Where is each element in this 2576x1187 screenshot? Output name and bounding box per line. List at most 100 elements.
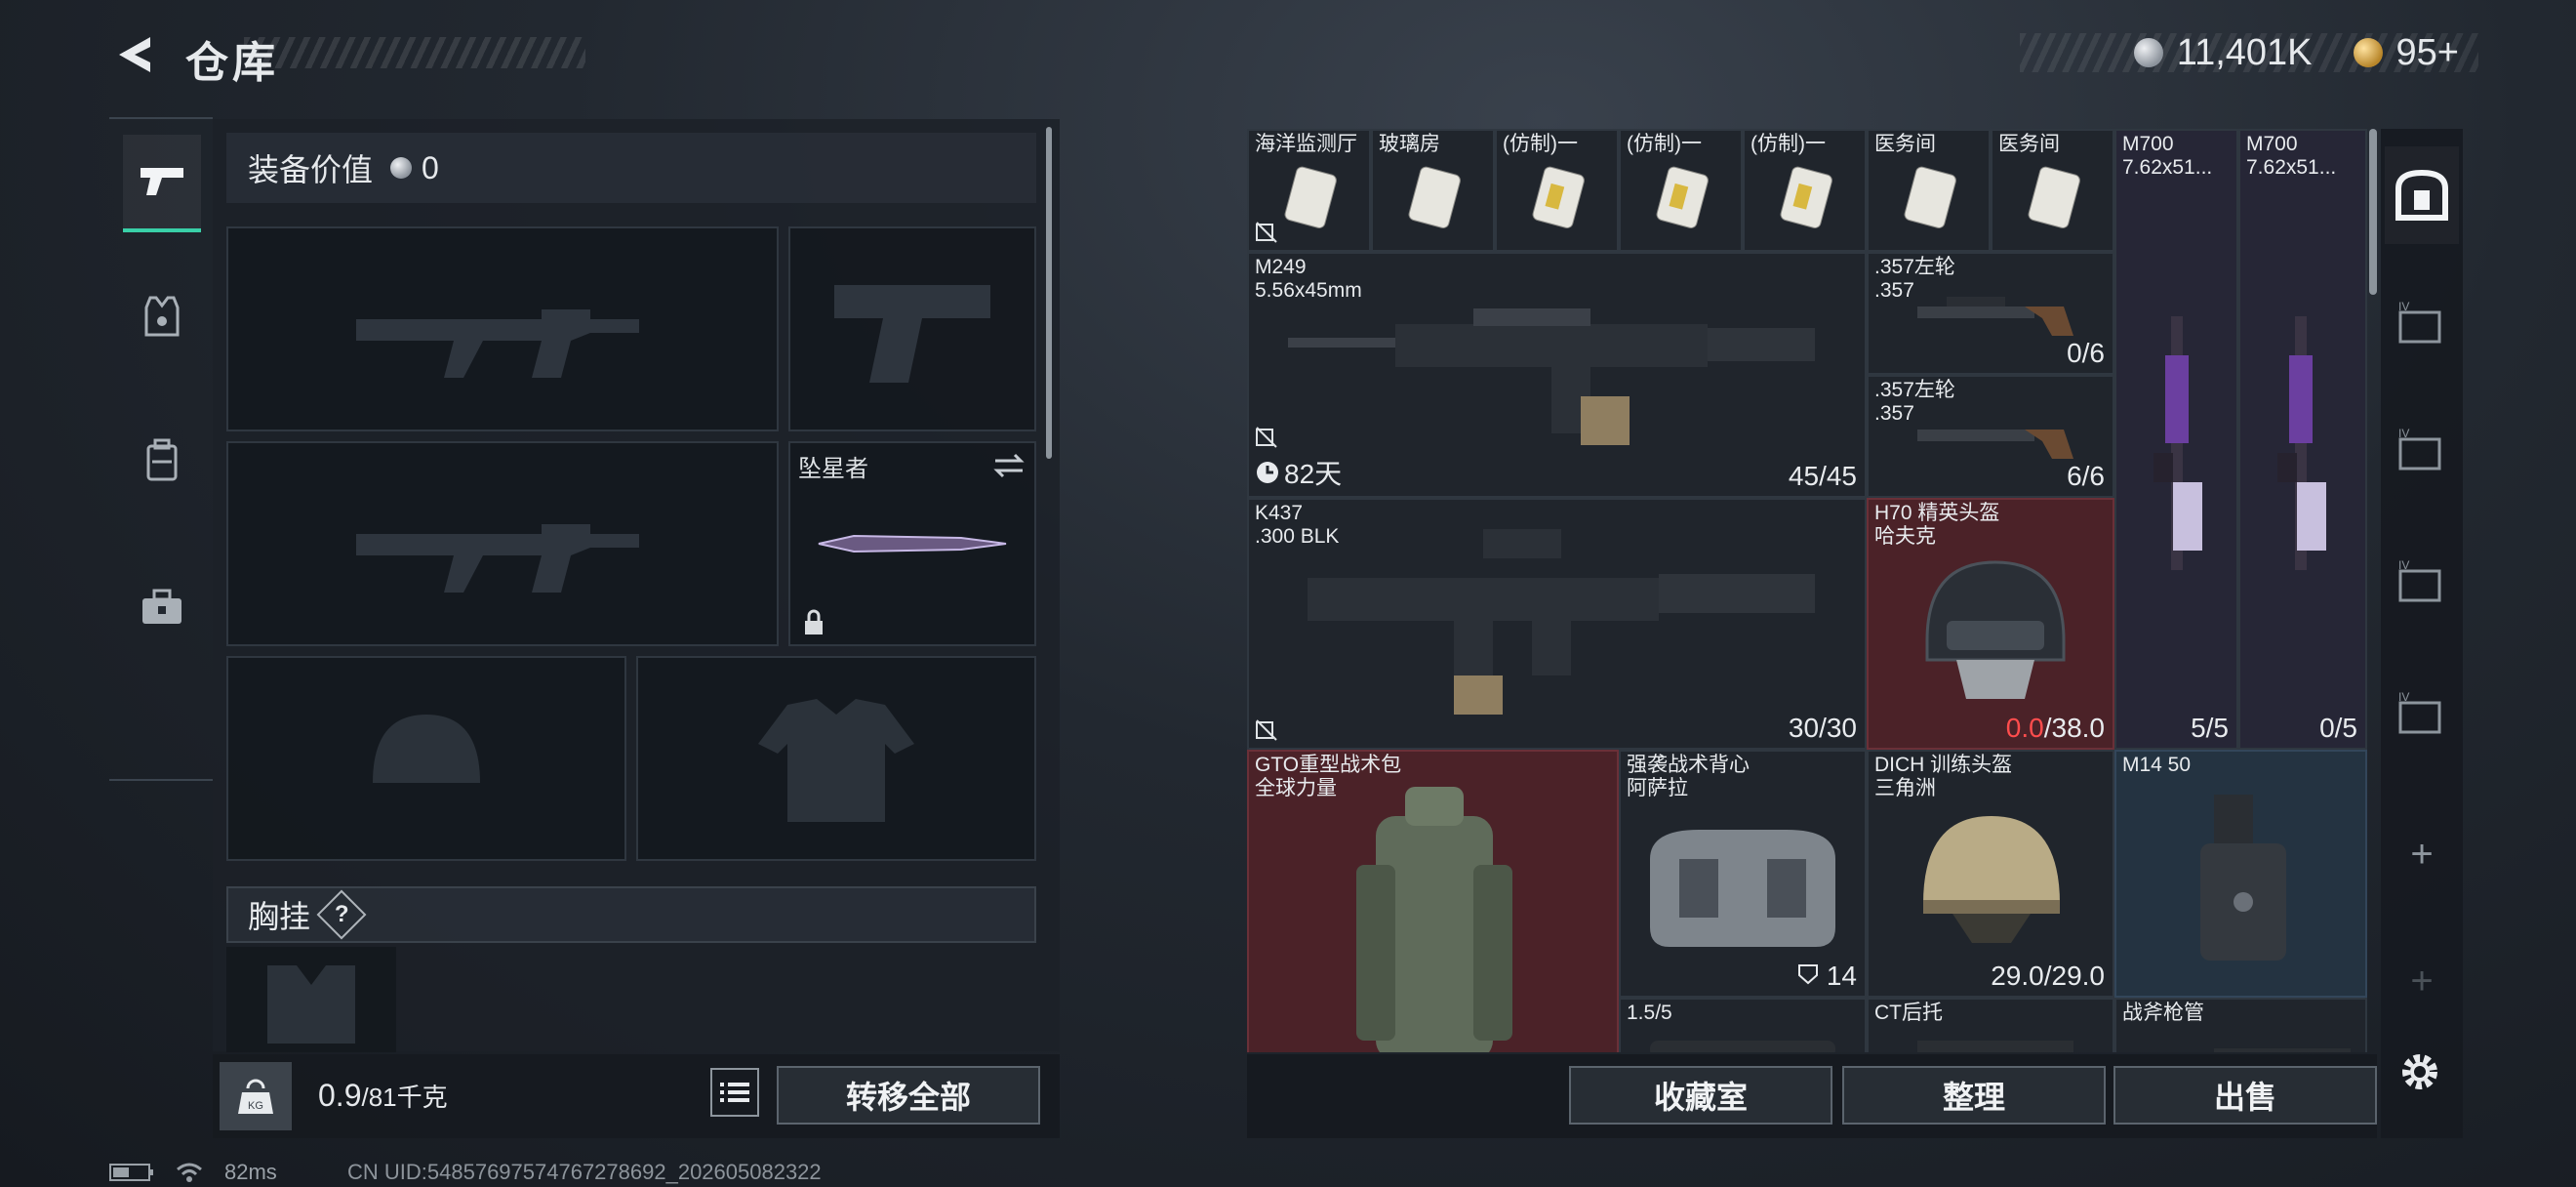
rifle-silhouette-icon <box>356 524 639 593</box>
equipment-value: 0 <box>422 149 439 185</box>
status-bar: 82ms <box>109 1160 277 1185</box>
grid-item-revolver[interactable]: .357左轮 .357 6/6 <box>1867 375 2114 498</box>
item-name: 海洋监测厅 <box>1255 133 1357 155</box>
item-name: 强袭战术背心 阿萨拉 <box>1627 754 1750 799</box>
helmet-icon <box>1923 816 2060 943</box>
chest-rig-header: 胸挂 ? <box>226 886 1036 943</box>
help-icon[interactable]: ? <box>316 889 367 940</box>
stash-page-3[interactable]: IV <box>2385 400 2459 498</box>
keycard-icon <box>1904 166 1956 228</box>
stash-scrollbar[interactable] <box>2369 129 2377 295</box>
keycard-icon <box>1532 166 1585 228</box>
safe-icon <box>2395 169 2448 221</box>
sell-button[interactable]: 出售 <box>2113 1066 2377 1125</box>
chest-rig-slot[interactable] <box>226 947 396 1052</box>
helmet-slot[interactable] <box>226 656 626 861</box>
title-decoration <box>244 37 585 68</box>
item-name: (仿制)一 <box>1627 133 1702 155</box>
pistol-silhouette-icon <box>834 285 990 383</box>
collection-room-button[interactable]: 收藏室 <box>1569 1066 1832 1125</box>
grid-item-m700[interactable]: M700 7.62x51... 0/5 <box>2238 129 2367 750</box>
grid-item-keycard[interactable]: (仿制)一 <box>1619 129 1743 252</box>
helmet-icon <box>1925 560 2066 699</box>
gold-coin-icon <box>2353 38 2383 67</box>
tab-armor[interactable] <box>123 267 201 365</box>
scope-icon <box>1650 1041 1835 1052</box>
secondary-weapon-slot[interactable] <box>226 441 779 646</box>
back-button[interactable] <box>109 29 160 80</box>
tab-weapon[interactable] <box>123 135 201 232</box>
item-name: 医务间 <box>1998 133 2060 155</box>
case-icon: IV <box>2398 427 2441 471</box>
durability: 29.0/29.0 <box>1991 961 2105 991</box>
primary-weapon-slot[interactable] <box>226 226 779 431</box>
magazine-count: 5/5 <box>2191 713 2229 743</box>
vest-icon <box>1650 830 1835 947</box>
grid-item-stock[interactable]: CT后托 <box>1867 998 2114 1052</box>
keycard-icon <box>1780 166 1832 228</box>
item-name: (仿制)一 <box>1751 133 1826 155</box>
grid-item-dich-helmet[interactable]: DICH 训练头盔 三角洲 29.0/29.0 <box>1867 750 2114 998</box>
case-icon: IV <box>2398 300 2441 344</box>
grid-item-keycard[interactable]: 医务间 <box>1867 129 1991 252</box>
add-stash-page-button[interactable]: + <box>2385 805 2459 903</box>
gear-icon <box>2402 1054 2437 1089</box>
stash-page-2[interactable]: IV <box>2385 273 2459 371</box>
swap-icon[interactable] <box>991 451 1026 480</box>
currency-bar: 11,401K 95+ <box>2020 31 2478 74</box>
durability: 0.0/38.0 <box>2005 713 2105 743</box>
ammo-count: 6/6 <box>2067 461 2105 491</box>
rental-timer: 82天 <box>1255 453 1342 492</box>
grid-item-keycard[interactable]: 医务间 <box>1991 129 2114 252</box>
item-name: M14 50 <box>2122 754 2192 776</box>
machine-gun-icon <box>1288 308 1815 445</box>
transfer-all-button[interactable]: 转移全部 <box>777 1066 1040 1125</box>
item-name: 医务间 <box>1874 133 1936 155</box>
grid-item-m14-magazine[interactable]: M14 50 <box>2114 750 2367 998</box>
tab-medkit[interactable] <box>123 558 201 656</box>
ammo-count: 45/45 <box>1788 461 1857 491</box>
ammo-count: 0/6 <box>2067 338 2105 368</box>
case-icon: IV <box>2398 558 2441 602</box>
wifi-icon <box>177 1163 202 1182</box>
clock-icon <box>1257 462 1278 483</box>
list-view-button[interactable] <box>710 1068 759 1117</box>
sort-button[interactable]: 整理 <box>1842 1066 2106 1125</box>
no-trade-icon <box>1256 427 1277 448</box>
kettlebell-icon: KG <box>238 1079 273 1114</box>
grid-item-keycard[interactable]: 玻璃房 <box>1371 129 1495 252</box>
stash-page-4[interactable]: IV <box>2385 532 2459 630</box>
stash-page-5[interactable]: IV <box>2385 664 2459 761</box>
gold-currency-value[interactable]: 95+ <box>2396 32 2459 74</box>
page-title: 仓库 <box>185 39 279 87</box>
grid-item-gto-backpack[interactable]: GTO重型战术包 全球力量 <box>1247 750 1619 1052</box>
grid-item-scope[interactable]: 1.5/5 <box>1619 998 1867 1052</box>
barrel-icon <box>2214 1048 2351 1052</box>
settings-button[interactable] <box>2393 1044 2447 1099</box>
drum-magazine-icon <box>2200 795 2286 961</box>
user-id: CN UID:54857697574767278692_202605082322 <box>347 1160 822 1184</box>
silver-currency-value: 11,401K <box>2176 31 2313 73</box>
grid-item-m700[interactable]: M700 7.62x51... 5/5 <box>2114 129 2238 750</box>
body-armor-slot[interactable] <box>636 656 1036 861</box>
sidearm-slot[interactable] <box>788 226 1036 431</box>
knife-icon <box>818 534 1007 553</box>
stash-page-main[interactable] <box>2385 146 2459 244</box>
assault-rifle-icon <box>1308 529 1815 715</box>
grid-item-revolver[interactable]: .357左轮 .357 0/6 <box>1867 252 2114 375</box>
grid-item-h70-helmet[interactable]: H70 精英头盔 哈夫克 0.0/38.0 <box>1867 498 2114 750</box>
tab-backpack[interactable] <box>123 412 201 510</box>
grid-item-keycard[interactable]: 海洋监测厅 <box>1247 129 1371 252</box>
item-name: CT后托 <box>1874 1002 1943 1024</box>
grid-item-keycard[interactable]: (仿制)一 <box>1495 129 1619 252</box>
grid-item-k437[interactable]: K437.300 BLK 30/30 <box>1247 498 1867 750</box>
ping-value: 82ms <box>224 1160 277 1184</box>
loadout-scrollbar[interactable] <box>1046 127 1052 459</box>
grid-item-tactical-vest[interactable]: 强袭战术背心 阿萨拉 14 <box>1619 750 1867 998</box>
melee-slot[interactable]: 坠星者 <box>788 441 1036 646</box>
grid-item-m249[interactable]: M249 5.56x45mm 82天 45/45 <box>1247 252 1867 498</box>
armor-class-icon <box>1798 964 1819 985</box>
grid-item-barrel[interactable]: 战斧枪管 <box>2114 998 2367 1052</box>
armor-icon <box>144 296 180 337</box>
grid-item-keycard[interactable]: (仿制)一 <box>1743 129 1867 252</box>
